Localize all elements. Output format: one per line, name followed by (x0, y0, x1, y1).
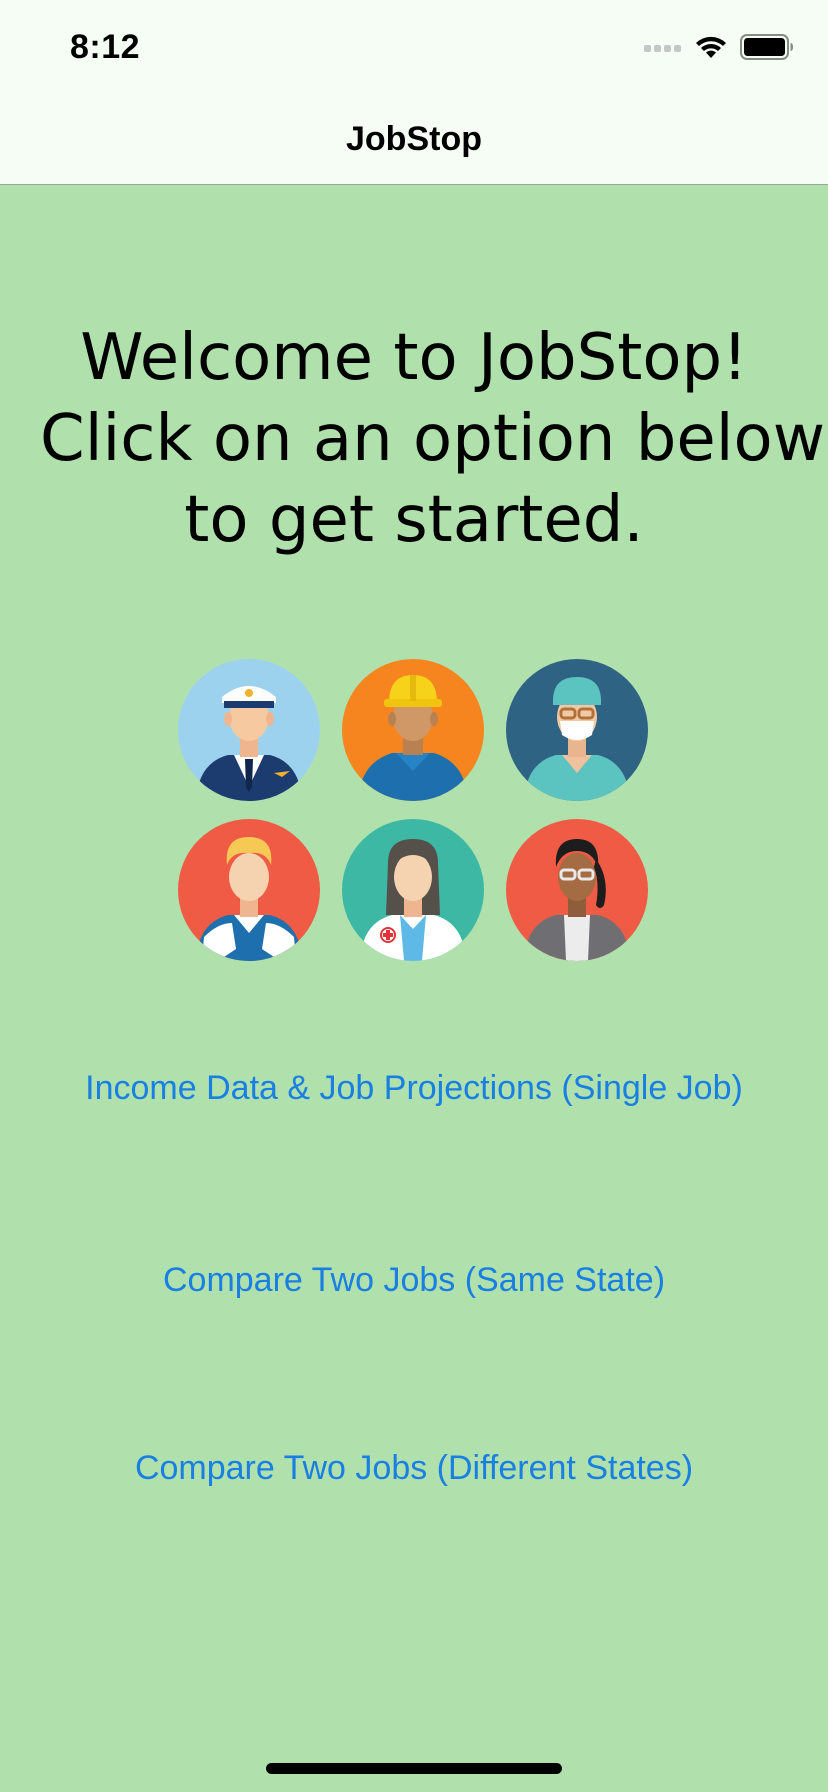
cellular-signal-icon (644, 40, 682, 58)
compare-different-states-link[interactable]: Compare Two Jobs (Different States) (0, 1449, 828, 1488)
nav-title: JobStop (346, 120, 482, 158)
battery-icon (740, 33, 794, 65)
construction-worker-avatar-icon (342, 659, 484, 801)
compare-same-state-link[interactable]: Compare Two Jobs (Same State) (0, 1261, 828, 1300)
businesswoman-avatar-icon (506, 819, 648, 961)
welcome-line: Click on an option below (40, 402, 826, 476)
single-job-income-link[interactable]: Income Data & Job Projections (Single Jo… (0, 1069, 828, 1108)
welcome-line: to get started. (184, 483, 644, 557)
top-bar: 8:12 JobStop (0, 0, 828, 185)
pilot-avatar-icon (178, 659, 320, 801)
status-icons (644, 33, 794, 65)
doctor-avatar-icon (342, 819, 484, 961)
status-time: 8:12 (70, 28, 141, 66)
profession-avatars (178, 659, 648, 963)
welcome-line: Welcome to JobStop! (80, 321, 748, 395)
wifi-icon (694, 34, 728, 65)
surgeon-avatar-icon (506, 659, 648, 801)
home-indicator[interactable] (266, 1763, 562, 1774)
man-avatar-icon (178, 819, 320, 961)
welcome-message: Welcome to JobStop! Click on an option b… (40, 318, 826, 561)
